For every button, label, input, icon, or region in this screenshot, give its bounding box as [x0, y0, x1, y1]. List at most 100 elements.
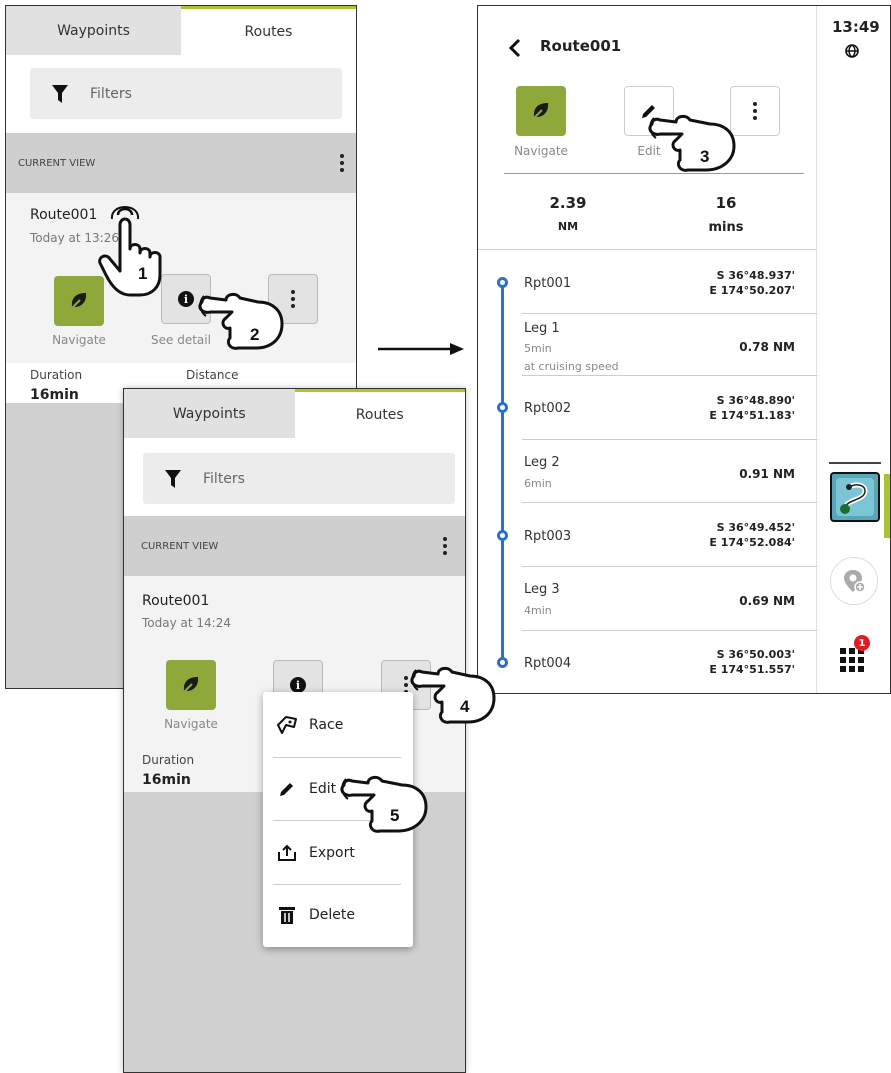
leg-time: 4min	[524, 604, 552, 617]
list-item-leg[interactable]: Leg 3 4min 0.69 NM	[478, 567, 805, 629]
distance-unit: NM	[557, 220, 579, 233]
tab-routes[interactable]: Routes	[294, 389, 465, 438]
duration-value: 16min	[142, 772, 191, 788]
leg-time: 6min	[524, 477, 552, 490]
longitude: E 174°51.557'	[709, 663, 795, 676]
menu-label-delete: Delete	[309, 907, 355, 923]
tab-routes[interactable]: Routes	[181, 6, 356, 55]
more-options-icon[interactable]	[443, 537, 447, 555]
leaf-icon	[183, 677, 199, 693]
flow-arrow-icon	[378, 343, 464, 355]
leaf-icon	[71, 293, 87, 309]
waypoint-coords: S 36°48.937' E 174°50.207'	[709, 268, 795, 298]
list-item-waypoint[interactable]: Rpt001 S 36°48.937' E 174°50.207'	[478, 251, 805, 313]
current-view-header: CURRENT VIEW	[124, 516, 465, 576]
tab-waypoints[interactable]: Waypoints	[6, 6, 181, 55]
waypoint-name: Rpt003	[524, 529, 572, 544]
leg-distance: 0.91 NM	[739, 467, 795, 481]
leg-distance: 0.78 NM	[739, 340, 795, 354]
tap-hand-icon-step-5: 5	[340, 775, 428, 833]
longitude: E 174°51.183'	[709, 409, 795, 422]
active-indicator	[884, 474, 890, 538]
tab-bar: Waypoints Routes	[6, 6, 356, 55]
navigate-label: Navigate	[164, 717, 218, 731]
filters-bar[interactable]: Filters	[143, 453, 455, 504]
menu-label-race: Race	[309, 717, 344, 733]
tab-waypoints[interactable]: Waypoints	[124, 389, 295, 438]
side-top-line	[829, 462, 881, 464]
add-waypoint-button[interactable]	[830, 557, 878, 605]
distance-value: 2.39	[549, 194, 587, 212]
leg-distance: 0.69 NM	[739, 594, 795, 608]
tap-hand-icon-step-2: 2	[198, 292, 284, 350]
step-number: 2	[250, 325, 259, 344]
step-number: 1	[138, 264, 147, 283]
filters-label: Filters	[90, 85, 132, 102]
route-name: Route001	[142, 593, 210, 609]
notification-badge: 1	[854, 635, 870, 651]
list-item-waypoint[interactable]: Rpt003 S 36°49.452' E 174°52.084'	[478, 503, 805, 565]
longitude: E 174°52.084'	[709, 536, 795, 549]
navigate-button[interactable]	[516, 86, 566, 136]
current-view-label: CURRENT VIEW	[18, 157, 96, 169]
latitude: S 36°49.452'	[716, 521, 795, 534]
waypoint-name: Rpt004	[524, 656, 572, 671]
info-icon: i	[178, 291, 194, 307]
kebab-icon	[753, 102, 757, 120]
route-map-icon	[836, 478, 874, 516]
race-flag-icon	[275, 715, 299, 735]
list-item-waypoint[interactable]: Rpt002 S 36°48.890' E 174°51.183'	[478, 376, 805, 438]
route-timestamp: Today at 14:24	[142, 616, 231, 630]
apps-grid-button[interactable]: 1	[836, 635, 876, 678]
add-location-icon	[844, 570, 866, 593]
latitude: S 36°48.890'	[716, 394, 795, 407]
menu-label-export: Export	[309, 845, 355, 861]
tap-hand-icon-step-3: 3	[648, 114, 736, 172]
back-arrow-icon[interactable]	[508, 38, 522, 58]
filters-label: Filters	[203, 470, 245, 487]
route-title: Route001	[540, 37, 622, 55]
waypoint-coords: S 36°48.890' E 174°51.183'	[709, 393, 795, 423]
navigate-button[interactable]	[54, 276, 104, 326]
routes-app-button[interactable]	[830, 472, 880, 522]
kebab-icon	[291, 290, 295, 308]
stats-divider	[478, 249, 816, 250]
longitude: E 174°50.207'	[709, 284, 795, 297]
more-options-icon[interactable]	[340, 154, 344, 172]
navigate-button[interactable]	[166, 660, 216, 710]
route-name: Route001	[30, 207, 98, 223]
navigate-label: Navigate	[52, 333, 106, 347]
globe-icon	[845, 44, 859, 58]
waypoint-marker-icon	[497, 657, 508, 668]
list-item-leg[interactable]: Leg 1 5min at cruising speed 0.78 NM	[478, 314, 805, 376]
duration-label: Duration	[142, 753, 195, 767]
filters-bar[interactable]: Filters	[30, 68, 342, 119]
menu-item-race[interactable]: Race	[263, 694, 413, 756]
list-item-waypoint[interactable]: Rpt004 S 36°50.003' E 174°51.557'	[478, 631, 805, 693]
time-unit: mins	[708, 220, 744, 235]
step-number: 4	[460, 697, 470, 716]
waypoint-coords: S 36°49.452' E 174°52.084'	[709, 520, 795, 550]
info-icon: i	[290, 677, 306, 693]
waypoint-name: Rpt002	[524, 401, 572, 416]
current-view-header: CURRENT VIEW	[6, 133, 356, 193]
pencil-icon	[275, 780, 299, 798]
tap-hand-icon-step-1: 1	[98, 206, 162, 297]
menu-item-delete[interactable]: Delete	[263, 884, 413, 946]
leg-note: at cruising speed	[524, 360, 619, 373]
distance-label: Distance	[186, 368, 239, 382]
leaf-icon	[533, 103, 549, 119]
menu-label-edit: Edit	[309, 781, 337, 797]
waypoint-coords: S 36°50.003' E 174°51.557'	[709, 647, 795, 677]
list-item-leg[interactable]: Leg 2 6min 0.91 NM	[478, 440, 805, 502]
clock: 13:49	[832, 18, 880, 36]
trash-icon	[275, 905, 299, 925]
latitude: S 36°50.003'	[716, 648, 795, 661]
step-number: 5	[390, 806, 399, 825]
leg-name: Leg 2	[524, 455, 560, 470]
route-detail-panel: Route001 13:49 Navigate Edit 2.39 NM 16 …	[477, 5, 891, 694]
leg-name: Leg 1	[524, 321, 560, 336]
waypoint-marker-icon	[497, 530, 508, 541]
current-view-label: CURRENT VIEW	[141, 540, 219, 552]
time-value: 16	[715, 194, 737, 212]
